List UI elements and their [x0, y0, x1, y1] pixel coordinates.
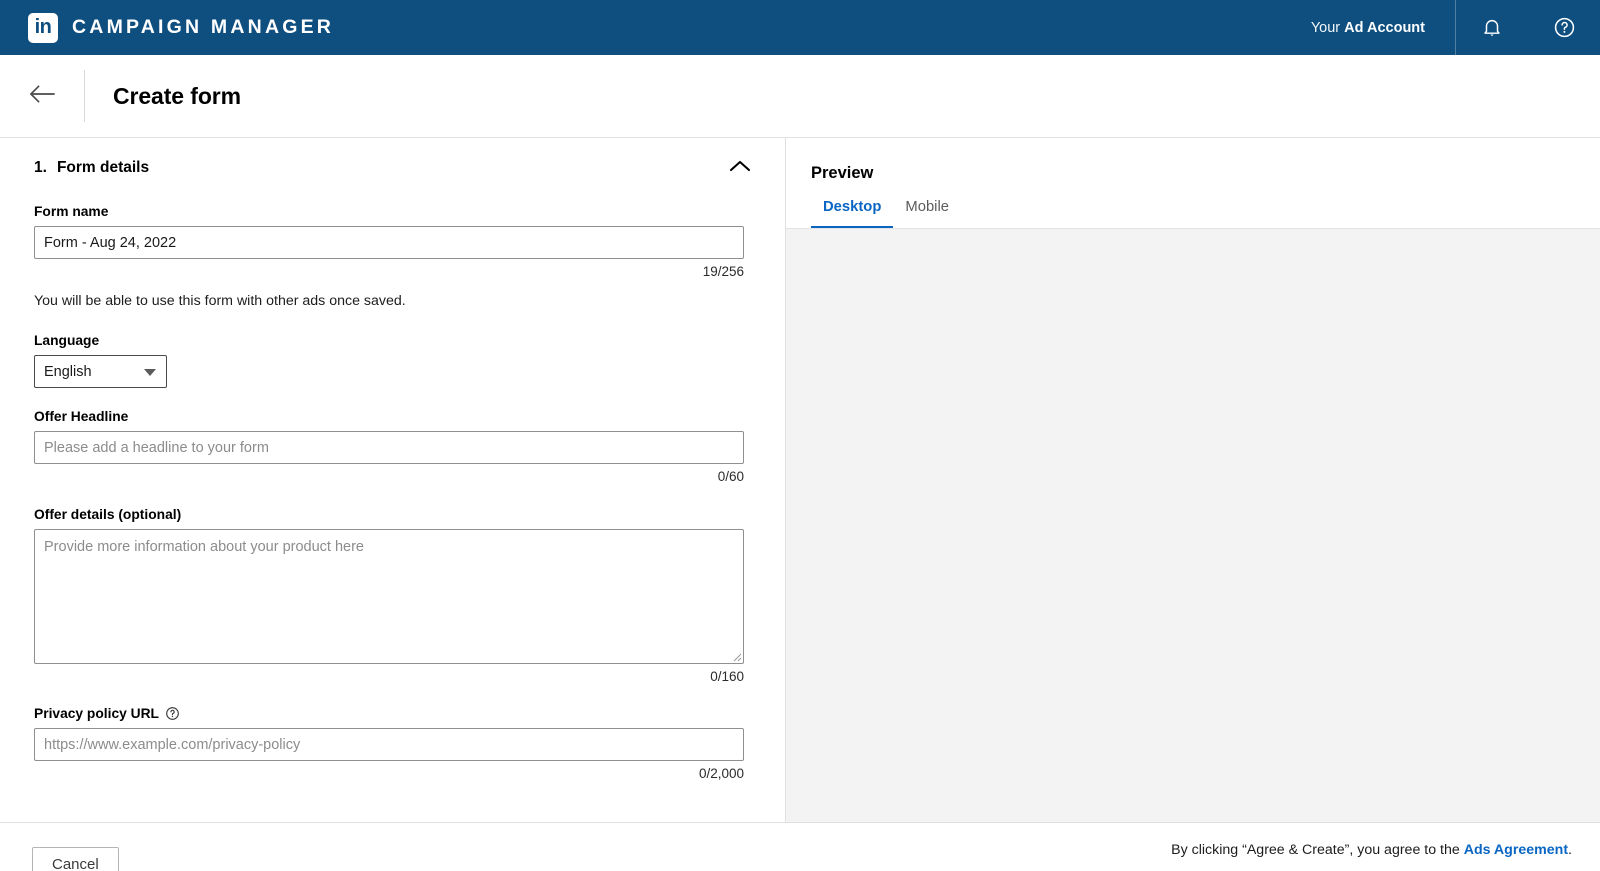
- privacy-policy-label-text: Privacy policy URL: [34, 706, 159, 721]
- tab-mobile[interactable]: Mobile: [893, 199, 961, 228]
- offer-details-counter: 0/160: [710, 669, 744, 684]
- form-name-helper-text: You will be able to use this form with o…: [34, 293, 406, 309]
- agreement-note-suffix: .: [1568, 842, 1572, 858]
- privacy-policy-counter: 0/2,000: [698, 766, 744, 781]
- preview-canvas: [786, 228, 1600, 822]
- offer-headline-counter: 0/60: [717, 469, 744, 484]
- form-name-input[interactable]: [34, 226, 744, 259]
- action-footer: Cancel By clicking “Agree & Create”, you…: [0, 822, 1600, 871]
- ad-account-selector[interactable]: Your Ad Account: [1311, 20, 1455, 36]
- privacy-policy-field-group: Privacy policy URL 0/2,000: [0, 706, 785, 781]
- form-name-counter: 19/256: [702, 264, 744, 279]
- bell-icon: [1481, 16, 1503, 39]
- form-editor-pane: 1. Form details Form name 19/256 You wil…: [0, 138, 786, 822]
- page-header-divider: [84, 70, 85, 122]
- offer-headline-label: Offer Headline: [34, 409, 129, 424]
- offer-details-field-group: Offer details (optional) 0/160: [0, 507, 785, 684]
- tab-desktop[interactable]: Desktop: [811, 199, 894, 228]
- brand-lockup[interactable]: in CAMPAIGN MANAGER: [28, 12, 335, 43]
- section-title: Form details: [56, 159, 150, 176]
- ad-account-name: Ad Account: [1344, 19, 1425, 36]
- offer-headline-field-group: Offer Headline 0/60: [0, 409, 785, 484]
- form-name-label: Form name: [34, 204, 109, 219]
- cancel-button[interactable]: Cancel: [32, 847, 119, 871]
- page-header: Create form: [0, 55, 1600, 138]
- agreement-note: By clicking “Agree & Create”, you agree …: [1171, 842, 1572, 858]
- offer-headline-input[interactable]: [34, 431, 744, 464]
- offer-details-textarea[interactable]: [34, 529, 744, 664]
- ads-agreement-link[interactable]: Ads Agreement: [1464, 842, 1568, 858]
- arrow-left-icon: [29, 83, 56, 110]
- help-button[interactable]: [1528, 0, 1600, 55]
- privacy-policy-label: Privacy policy URL: [34, 706, 745, 721]
- privacy-policy-url-input[interactable]: [34, 728, 744, 761]
- chevron-up-icon: [729, 159, 751, 178]
- preview-pane: Preview Desktop Mobile: [786, 138, 1600, 822]
- notifications-button[interactable]: [1456, 0, 1528, 55]
- form-name-field-group: Form name 19/256: [0, 204, 785, 279]
- language-select[interactable]: English: [34, 355, 167, 388]
- ad-account-prefix: Your: [1310, 19, 1341, 36]
- question-circle-icon: [1553, 16, 1576, 39]
- back-button[interactable]: [0, 55, 84, 138]
- content-area: 1. Form details Form name 19/256 You wil…: [0, 138, 1600, 822]
- preview-tabs: Desktop Mobile: [786, 199, 1600, 228]
- question-circle-icon[interactable]: [165, 706, 180, 721]
- language-selected-value: English: [44, 363, 92, 380]
- page-title: Create form: [113, 82, 241, 109]
- agreement-note-prefix: By clicking “Agree & Create”, you agree …: [1171, 842, 1464, 858]
- section-number: 1.: [34, 159, 47, 176]
- footer-right-group: By clicking “Agree & Create”, you agree …: [1171, 823, 1600, 871]
- collapse-section-button[interactable]: [723, 151, 757, 185]
- form-details-section-header[interactable]: 1. Form details: [0, 138, 785, 182]
- linkedin-logo-icon: in: [28, 12, 58, 43]
- language-field-group: Language English: [0, 333, 785, 388]
- global-topbar: in CAMPAIGN MANAGER Your Ad Account: [0, 0, 1600, 55]
- brand-title: CAMPAIGN MANAGER: [72, 16, 335, 38]
- topbar-right-group: Your Ad Account: [1311, 0, 1600, 55]
- offer-details-label: Offer details (optional): [34, 507, 182, 522]
- preview-title: Preview: [811, 164, 874, 182]
- language-label: Language: [34, 333, 100, 348]
